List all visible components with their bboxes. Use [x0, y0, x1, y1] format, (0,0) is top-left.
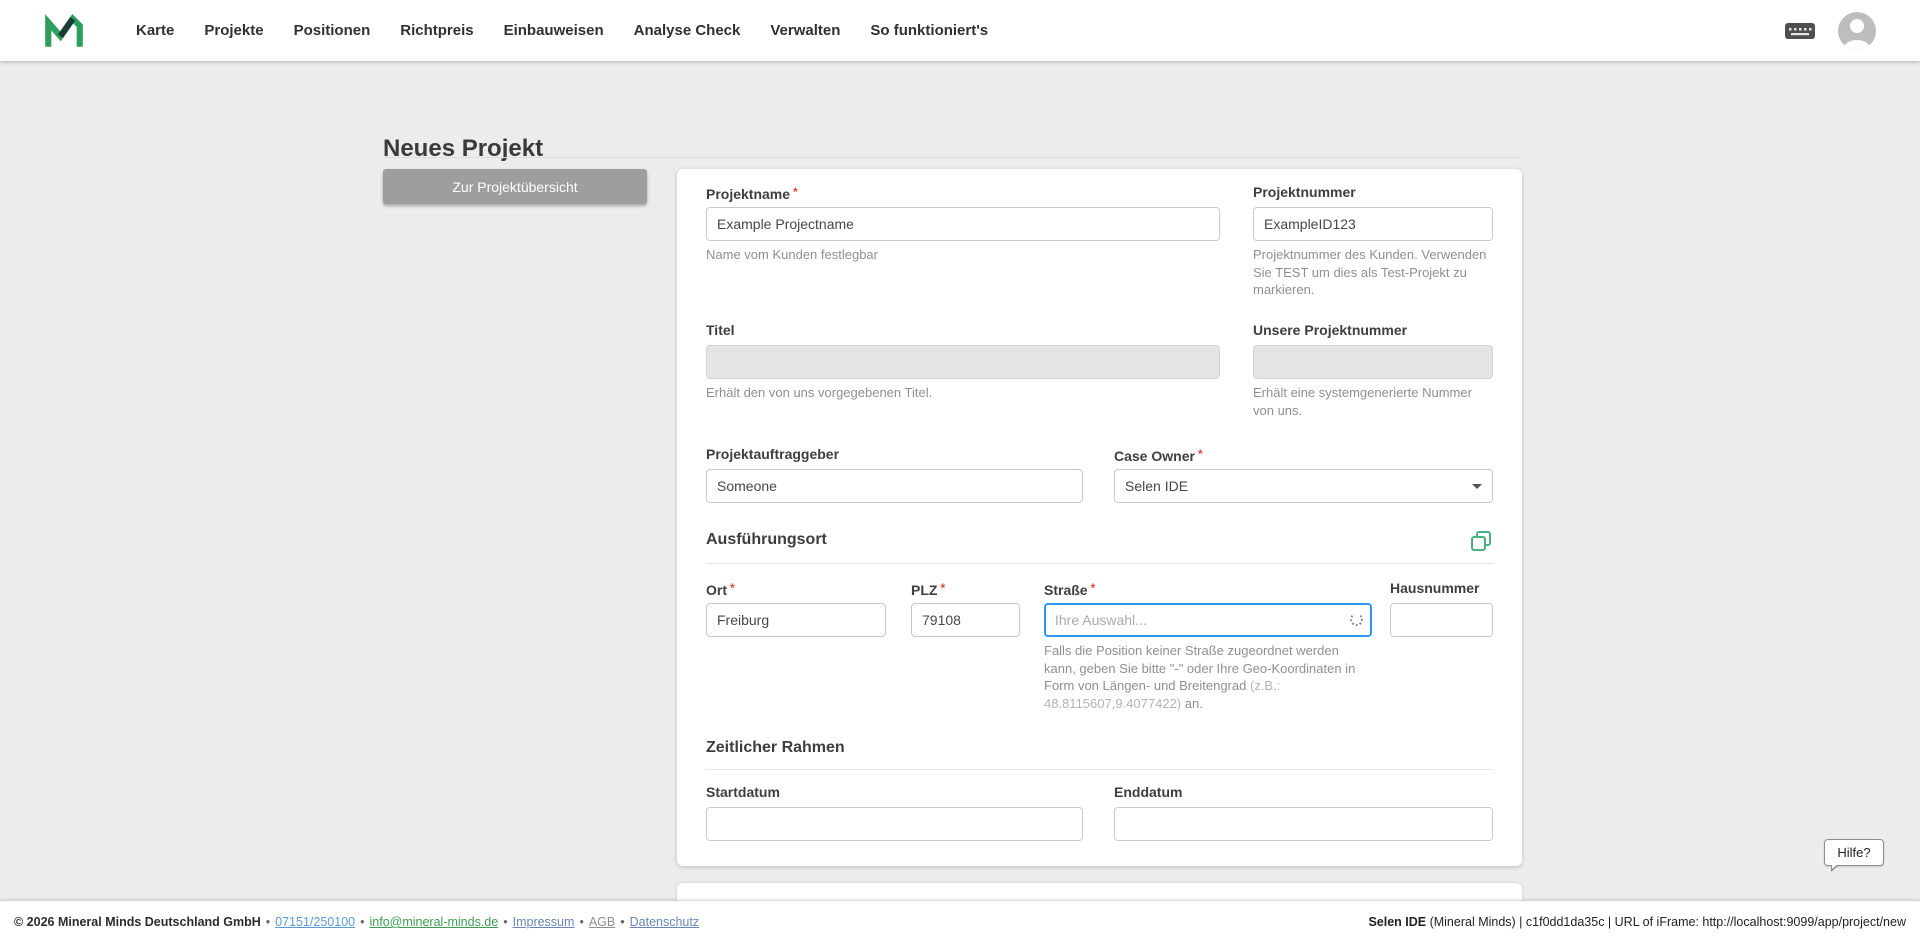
required-asterisk: *: [1091, 581, 1096, 595]
strasse-label: Straße*: [1044, 579, 1372, 597]
field-plz: PLZ*: [911, 579, 1020, 637]
top-navbar: Karte Projekte Positionen Richtpreis Ein…: [0, 0, 1920, 61]
nav-item-verwalten[interactable]: Verwalten: [770, 22, 840, 39]
plz-label: PLZ*: [911, 579, 1020, 597]
nav-item-positionen[interactable]: Positionen: [294, 22, 371, 39]
logo-m-icon: [43, 10, 85, 52]
required-asterisk: *: [793, 185, 798, 199]
field-projektname: Projektname* Name vom Kunden festlegbar: [706, 183, 1220, 264]
strasse-helper: Falls die Position keiner Straße zugeord…: [1044, 642, 1372, 712]
footer-datenschutz-link[interactable]: Datenschutz: [630, 915, 699, 929]
field-strasse: Straße* Falls die Position keiner Straße…: [1044, 579, 1372, 712]
title-divider: [383, 157, 1522, 158]
footer-separator: •: [579, 915, 583, 929]
projektnummer-input[interactable]: [1253, 207, 1493, 241]
titel-label: Titel: [706, 321, 1220, 339]
field-ort: Ort*: [706, 579, 886, 637]
navbar-right-actions: [1784, 12, 1876, 50]
field-hausnummer: Hausnummer: [1390, 579, 1493, 637]
footer-agb-link[interactable]: AGB: [589, 915, 615, 929]
case-owner-label: Case Owner*: [1114, 445, 1493, 463]
nav-item-so-funktionierts[interactable]: So funktioniert's: [870, 22, 988, 39]
case-owner-select[interactable]: Selen IDE: [1114, 469, 1493, 503]
field-enddatum: Enddatum: [1114, 783, 1493, 841]
projektauftraggeber-label: Projektauftraggeber: [706, 445, 1083, 463]
project-overview-button[interactable]: Zur Projektübersicht: [383, 169, 647, 204]
footer-separator: •: [620, 915, 624, 929]
projektauftraggeber-input[interactable]: [706, 469, 1083, 503]
required-asterisk: *: [730, 581, 735, 595]
required-asterisk: *: [1198, 447, 1203, 461]
unsere-projektnummer-label: Unsere Projektnummer: [1253, 321, 1493, 339]
field-startdatum: Startdatum: [706, 783, 1083, 841]
projektname-label: Projektname*: [706, 183, 1220, 201]
footer-left: © 2026 Mineral Minds Deutschland GmbH • …: [14, 915, 699, 929]
strasse-input[interactable]: [1044, 603, 1372, 637]
field-titel: Titel Erhält den von uns vorgegebenen Ti…: [706, 321, 1220, 402]
footer-separator: •: [503, 915, 507, 929]
chevron-down-icon: [1472, 484, 1482, 489]
nav-item-einbauweisen[interactable]: Einbauweisen: [504, 22, 604, 39]
footer-email-link[interactable]: info@mineral-minds.de: [370, 915, 499, 929]
help-button[interactable]: Hilfe?: [1824, 839, 1884, 866]
enddatum-label: Enddatum: [1114, 783, 1493, 801]
section-ausfuehrungsort: Ausführungsort: [706, 531, 827, 549]
nav-item-karte[interactable]: Karte: [136, 22, 174, 39]
footer-session-details: (Mineral Minds) | c1f0dd1da35c | URL of …: [1426, 915, 1906, 929]
plz-input[interactable]: [911, 603, 1020, 637]
user-avatar[interactable]: [1838, 12, 1876, 50]
titel-helper: Erhält den von uns vorgegebenen Titel.: [706, 384, 1220, 402]
projektname-input[interactable]: [706, 207, 1220, 241]
footer-phone-link[interactable]: 07151/250100: [275, 915, 355, 929]
field-projektauftraggeber: Projektauftraggeber: [706, 445, 1083, 503]
projektname-helper: Name vom Kunden festlegbar: [706, 246, 1220, 264]
section-zeitlicher-rahmen: Zeitlicher Rahmen: [706, 739, 845, 757]
nav-item-analyse-check[interactable]: Analyse Check: [634, 22, 741, 39]
enddatum-input[interactable]: [1114, 807, 1493, 841]
loading-spinner-icon: [1350, 613, 1363, 626]
footer-separator: •: [360, 915, 364, 929]
footer-user-name: Selen IDE: [1368, 915, 1426, 929]
section-divider: [706, 769, 1493, 770]
field-unsere-projektnummer: Unsere Projektnummer Erhält eine systemg…: [1253, 321, 1493, 419]
startdatum-label: Startdatum: [706, 783, 1083, 801]
required-asterisk: *: [940, 581, 945, 595]
new-project-form-card: Projektname* Name vom Kunden festlegbar …: [677, 169, 1522, 866]
hausnummer-label: Hausnummer: [1390, 579, 1493, 597]
footer-session-info: Selen IDE (Mineral Minds) | c1f0dd1da35c…: [1368, 915, 1906, 929]
unsere-projektnummer-helper: Erhält eine systemgenerierte Nummer von …: [1253, 384, 1493, 419]
ort-label: Ort*: [706, 579, 886, 597]
nav-item-projekte[interactable]: Projekte: [204, 22, 263, 39]
hausnummer-input[interactable]: [1390, 603, 1493, 637]
footer-copyright: © 2026 Mineral Minds Deutschland GmbH: [14, 915, 261, 929]
field-case-owner: Case Owner* Selen IDE: [1114, 445, 1493, 503]
field-projektnummer: Projektnummer Projektnummer des Kunden. …: [1253, 183, 1493, 299]
startdatum-input[interactable]: [706, 807, 1083, 841]
mineral-minds-logo[interactable]: [42, 9, 86, 53]
strasse-input-wrapper: [1044, 603, 1372, 637]
next-card-partial: [677, 883, 1522, 902]
projektnummer-helper: Projektnummer des Kunden. Verwenden Sie …: [1253, 246, 1493, 299]
footer-impressum-link[interactable]: Impressum: [513, 915, 575, 929]
footer-separator: •: [266, 915, 270, 929]
duplicate-icon[interactable]: [1469, 529, 1493, 553]
projektnummer-label: Projektnummer: [1253, 183, 1493, 201]
case-owner-selected-value: Selen IDE: [1125, 478, 1188, 494]
ort-input[interactable]: [706, 603, 886, 637]
keyboard-icon[interactable]: [1784, 20, 1816, 42]
main-navigation: Karte Projekte Positionen Richtpreis Ein…: [136, 22, 988, 39]
unsere-projektnummer-input: [1253, 345, 1493, 379]
page-title: Neues Projekt: [383, 135, 543, 163]
titel-input: [706, 345, 1220, 379]
footer: © 2026 Mineral Minds Deutschland GmbH • …: [0, 901, 1920, 943]
nav-item-richtpreis[interactable]: Richtpreis: [400, 22, 473, 39]
section-divider: [706, 563, 1493, 564]
